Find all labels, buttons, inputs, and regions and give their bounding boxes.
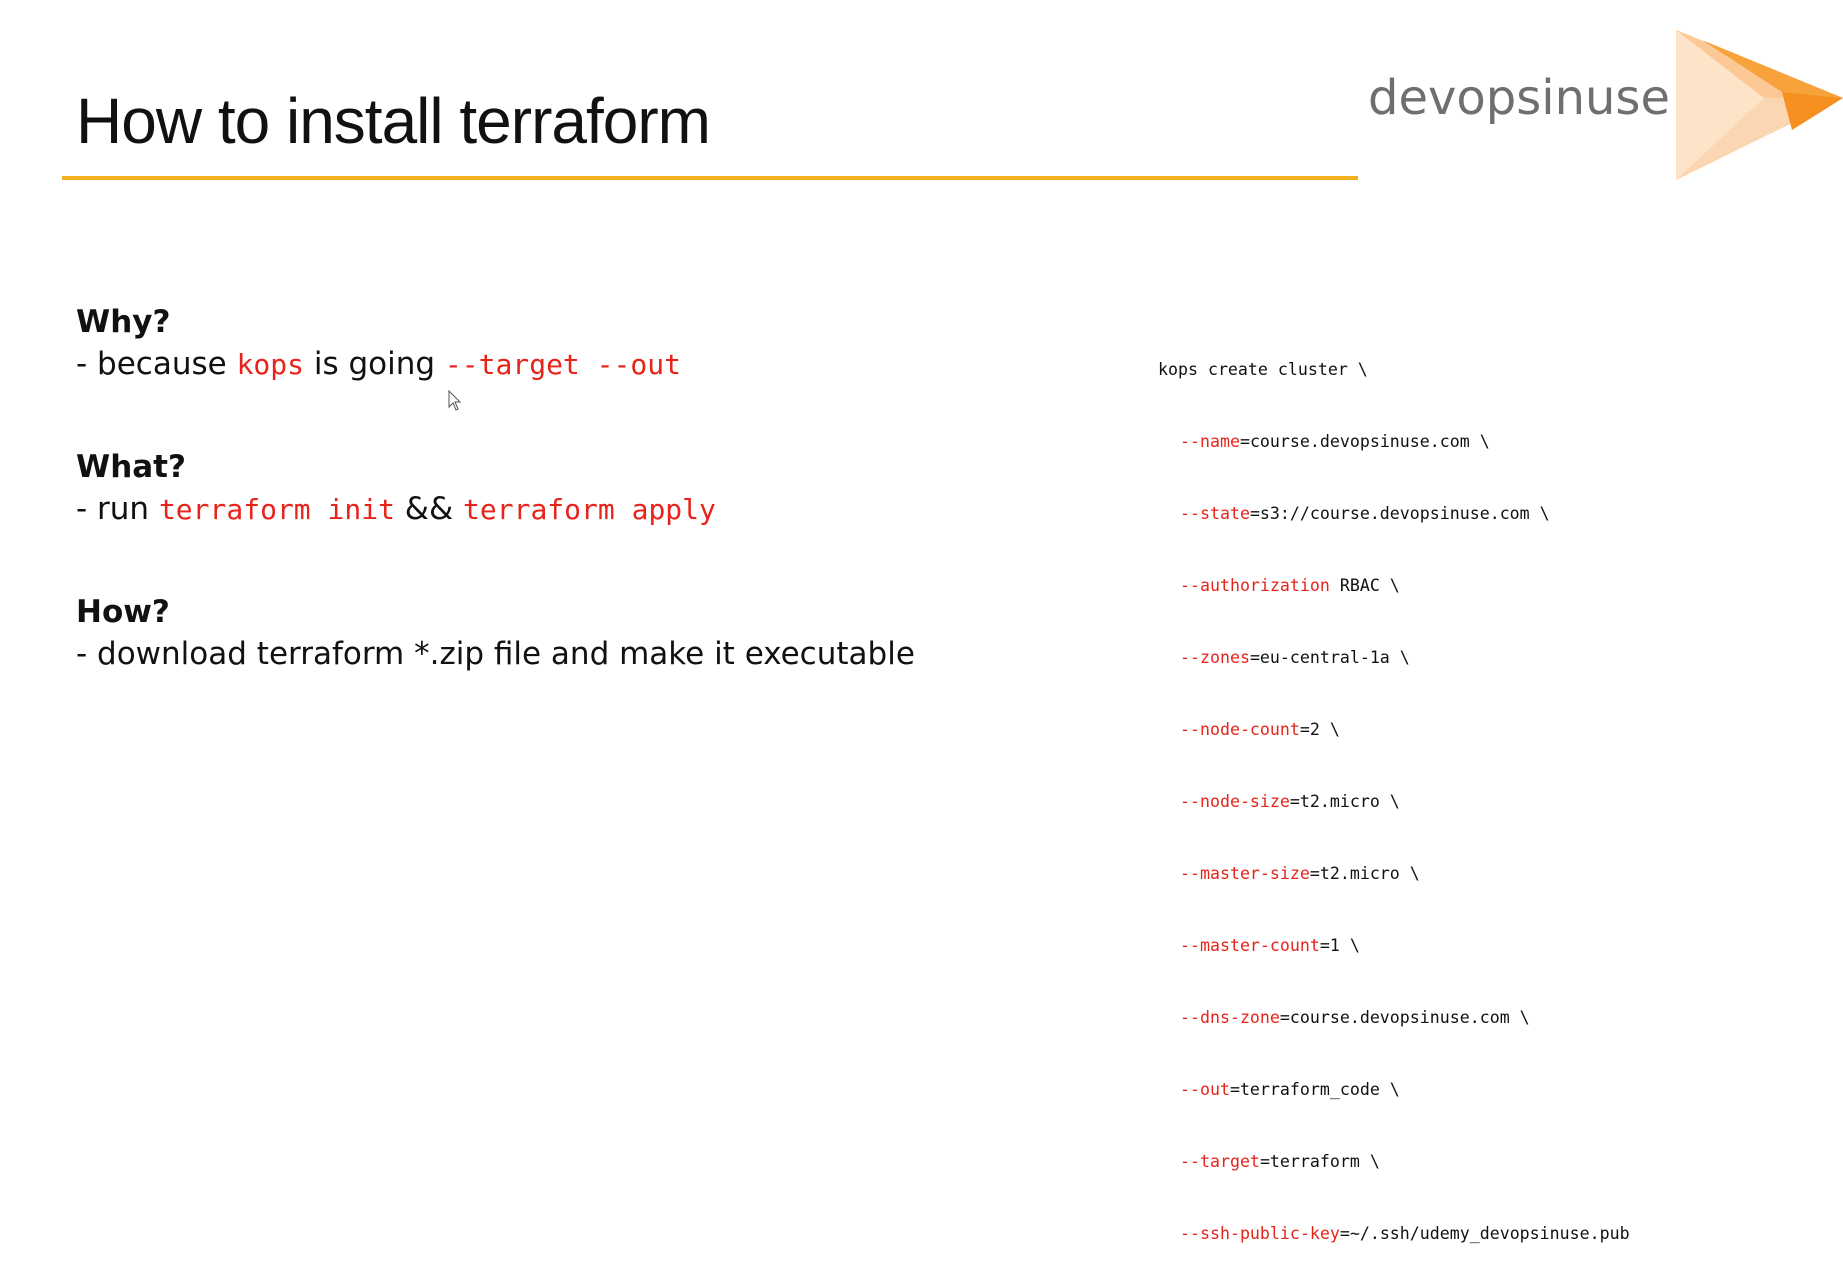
option-flag: --target: [1180, 1152, 1260, 1171]
option-flag: --ssh-public-key: [1180, 1224, 1340, 1243]
command-option: --node-count=2 \: [1158, 718, 1630, 742]
option-flag: --state: [1180, 504, 1250, 523]
option-flag: --name: [1180, 432, 1240, 451]
command-option: --node-size=t2.micro \: [1158, 790, 1630, 814]
code-snippet: terraform init: [158, 493, 395, 526]
line-text: - run: [76, 491, 159, 527]
option-value: =2 \: [1299, 720, 1340, 739]
option-value: =course.devopsinuse.com \: [1239, 432, 1490, 451]
command-option: --master-count=1 \: [1158, 934, 1630, 958]
code-snippet: kops: [236, 348, 304, 381]
section-how: How? - download terraform *.zip file and…: [76, 592, 915, 676]
option-value: =s3://course.devopsinuse.com \: [1249, 504, 1550, 523]
option-value: =terraform_code \: [1229, 1080, 1400, 1099]
option-flag: --authorization: [1180, 576, 1330, 595]
code-snippet: terraform apply: [463, 493, 716, 526]
code-snippet: --target --out: [444, 348, 681, 381]
option-value: =t2.micro \: [1309, 864, 1420, 883]
section-heading: How?: [76, 594, 170, 630]
option-value: =~/.ssh/udemy_devopsinuse.pub: [1339, 1224, 1630, 1243]
option-value: =eu-central-1a \: [1249, 648, 1410, 667]
option-value: =terraform \: [1259, 1152, 1380, 1171]
section-line: - download terraform *.zip file and make…: [76, 636, 915, 672]
line-text: - because: [76, 346, 237, 382]
command-option: --state=s3://course.devopsinuse.com \: [1158, 502, 1630, 526]
option-flag: --zones: [1180, 648, 1250, 667]
option-flag: --master-count: [1180, 936, 1320, 955]
command-option: --target=terraform \: [1158, 1150, 1630, 1174]
option-flag: --dns-zone: [1180, 1008, 1280, 1027]
command-option: --ssh-public-key=~/.ssh/udemy_devopsinus…: [1158, 1222, 1630, 1246]
command-option: --authorization RBAC \: [1158, 574, 1630, 598]
kops-command-block: kops create cluster \ --name=course.devo…: [1158, 310, 1630, 1270]
section-line: - because kops is going --target --out: [76, 342, 681, 387]
command-option: --master-size=t2.micro \: [1158, 862, 1630, 886]
command-option: --out=terraform_code \: [1158, 1078, 1630, 1102]
logo-triangle-icon: [1676, 30, 1843, 180]
option-flag: --node-size: [1180, 792, 1290, 811]
option-flag: --master-size: [1180, 864, 1310, 883]
option-value: =course.devopsinuse.com \: [1279, 1008, 1530, 1027]
section-line: - run terraform init && terraform apply: [76, 487, 716, 532]
slide-title: How to install terraform: [76, 85, 711, 157]
command-line: kops create cluster \: [1158, 360, 1368, 379]
line-text: &&: [394, 491, 464, 527]
section-heading: Why?: [76, 304, 171, 340]
command-option: --dns-zone=course.devopsinuse.com \: [1158, 1006, 1630, 1030]
line-text: is going: [304, 346, 445, 382]
option-flag: --node-count: [1180, 720, 1300, 739]
section-heading: What?: [76, 449, 186, 485]
mouse-cursor-icon: [448, 390, 462, 411]
option-flag: --out: [1180, 1080, 1230, 1099]
option-value: =1 \: [1319, 936, 1360, 955]
option-value: RBAC \: [1329, 576, 1400, 595]
logo-text: devopsinuse: [1368, 70, 1670, 126]
section-why: Why? - because kops is going --target --…: [76, 302, 681, 387]
command-option: --zones=eu-central-1a \: [1158, 646, 1630, 670]
command-option: --name=course.devopsinuse.com \: [1158, 430, 1630, 454]
section-what: What? - run terraform init && terraform …: [76, 447, 716, 532]
option-value: =t2.micro \: [1289, 792, 1400, 811]
title-divider: [62, 176, 1358, 180]
